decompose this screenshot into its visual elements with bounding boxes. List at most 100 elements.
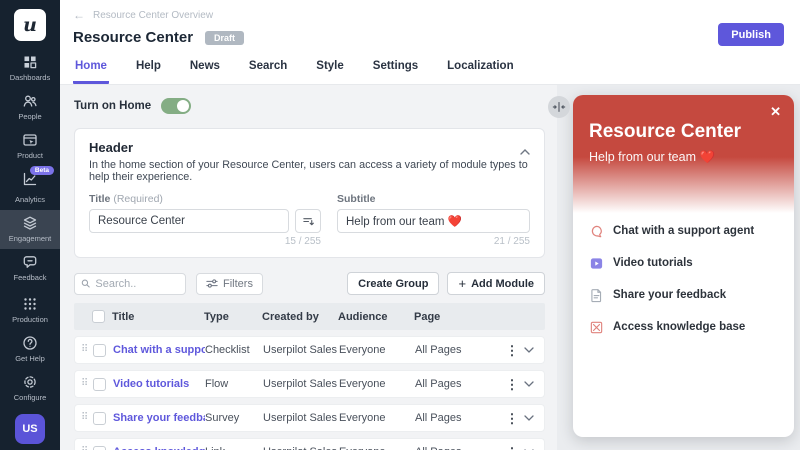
drag-handle-icon[interactable]: ⠿ — [81, 379, 93, 389]
sidebar-item-label: Dashboards — [10, 73, 50, 82]
required-hint: (Required) — [113, 193, 163, 205]
tab-style[interactable]: Style — [314, 54, 346, 84]
add-module-label: Add Module — [471, 278, 534, 290]
topbar: ← Resource Center Overview Resource Cent… — [60, 0, 800, 85]
home-toggle[interactable] — [161, 98, 191, 114]
row-checkbox[interactable] — [93, 344, 106, 357]
subtitle-input[interactable] — [337, 209, 530, 233]
preview-item-chat[interactable]: Chat with a support agent — [589, 219, 778, 243]
preview-module-list: Chat with a support agent Video tutorial… — [573, 213, 794, 339]
module-title-link[interactable]: Video tutorials — [113, 378, 205, 390]
preview-item-feedback[interactable]: Share your feedback — [589, 283, 778, 307]
module-title-link[interactable]: Chat with a suppo... — [113, 344, 205, 356]
chevron-down-icon[interactable] — [520, 347, 538, 353]
chevron-down-icon[interactable] — [520, 381, 538, 387]
collapse-preview-button[interactable] — [548, 96, 570, 118]
create-group-button[interactable]: Create Group — [347, 272, 439, 295]
drag-handle-icon[interactable]: ⠿ — [81, 413, 93, 423]
preview-item-knowledge[interactable]: Access knowledge base — [589, 315, 778, 339]
sidebar: u Dashboards People Product — [0, 0, 60, 450]
sidebar-item-label: Get Help — [15, 354, 45, 363]
module-created-by: Userpilot Sales — [263, 344, 339, 356]
header-settings-card: Header In the home section of your Resou… — [74, 128, 545, 258]
column-page: Page — [414, 311, 505, 323]
sidebar-item-people[interactable]: People — [0, 88, 60, 127]
table-row: ⠿ Access knowledge ... Link Userpilot Sa… — [74, 438, 545, 450]
sidebar-bottom-group: Production Get Help Configure US — [0, 291, 60, 444]
close-icon[interactable]: ✕ — [770, 104, 781, 120]
module-type: Flow — [205, 378, 263, 390]
sidebar-item-label: Feedback — [14, 273, 47, 282]
preview-title: Resource Center — [589, 121, 778, 143]
user-avatar[interactable]: US — [15, 414, 45, 444]
document-icon — [589, 288, 604, 303]
module-audience: Everyone — [339, 412, 415, 424]
chevron-down-icon[interactable] — [520, 415, 538, 421]
module-page: All Pages — [415, 412, 504, 424]
sidebar-item-dashboards[interactable]: Dashboards — [0, 49, 60, 88]
kebab-menu-icon[interactable]: ⋮ — [504, 446, 520, 450]
dashboards-icon — [22, 54, 38, 70]
column-type: Type — [204, 311, 262, 323]
sidebar-item-engagement[interactable]: Engagement — [0, 210, 60, 249]
toggle-knob — [177, 100, 189, 112]
main-region: ← Resource Center Overview Resource Cent… — [60, 0, 800, 450]
module-created-by: Userpilot Sales — [263, 412, 339, 424]
feedback-icon — [22, 254, 38, 270]
sidebar-item-product[interactable]: Product — [0, 127, 60, 166]
sidebar-item-feedback[interactable]: Feedback — [0, 249, 60, 288]
chevron-up-icon[interactable] — [520, 142, 530, 160]
text-lines-arrow-icon — [302, 215, 315, 228]
module-type: Checklist — [205, 344, 263, 356]
knowledge-base-icon — [589, 320, 604, 335]
sidebar-item-configure[interactable]: Configure — [0, 369, 60, 408]
title-input[interactable] — [89, 209, 289, 233]
kebab-menu-icon[interactable]: ⋮ — [504, 378, 520, 391]
add-module-button[interactable]: + Add Module — [447, 272, 545, 295]
subtitle-field-label: Subtitle — [337, 193, 376, 205]
sidebar-item-label: Production — [12, 315, 48, 324]
people-icon — [22, 93, 38, 109]
breadcrumb[interactable]: ← Resource Center Overview — [60, 0, 800, 22]
row-checkbox[interactable] — [93, 378, 106, 391]
search-box[interactable] — [74, 273, 186, 295]
module-title-link[interactable]: Share your feedba... — [113, 412, 205, 424]
product-icon — [22, 132, 38, 148]
modules-toolbar: Filters Create Group + Add Module — [74, 272, 545, 295]
avatar-initials: US — [22, 423, 37, 435]
module-title-link[interactable]: Access knowledge ... — [113, 446, 205, 450]
preview-item-video[interactable]: Video tutorials — [589, 251, 778, 275]
row-checkbox[interactable] — [93, 412, 106, 425]
back-arrow-icon[interactable]: ← — [73, 8, 85, 22]
sidebar-item-label: People — [18, 112, 41, 121]
insert-variable-button[interactable] — [295, 209, 321, 233]
module-type: Link — [205, 446, 263, 450]
kebab-menu-icon[interactable]: ⋮ — [504, 412, 520, 425]
tab-settings[interactable]: Settings — [371, 54, 420, 84]
select-all-checkbox[interactable] — [92, 310, 105, 323]
preview-item-label: Chat with a support agent — [613, 225, 754, 237]
filters-label: Filters — [223, 278, 253, 290]
sidebar-item-label: Configure — [14, 393, 47, 402]
tab-search[interactable]: Search — [247, 54, 289, 84]
table-row: ⠿ Video tutorials Flow Userpilot Sales E… — [74, 370, 545, 398]
userpilot-logo[interactable]: u — [14, 9, 46, 41]
table-row: ⠿ Chat with a suppo... Checklist Userpil… — [74, 336, 545, 364]
search-input[interactable] — [95, 278, 179, 290]
subtitle-char-counter: 21 / 255 — [337, 236, 530, 247]
tab-bar: Home Help News Search Style Settings Loc… — [60, 54, 800, 84]
tab-help[interactable]: Help — [134, 54, 163, 84]
row-checkbox[interactable] — [93, 446, 106, 450]
kebab-menu-icon[interactable]: ⋮ — [504, 344, 520, 357]
sidebar-item-get-help[interactable]: Get Help — [0, 330, 60, 369]
page-title: Resource Center — [73, 29, 193, 46]
tab-localization[interactable]: Localization — [445, 54, 515, 84]
sidebar-item-production[interactable]: Production — [0, 291, 60, 330]
sidebar-item-analytics[interactable]: Beta Analytics — [0, 166, 60, 210]
drag-handle-icon[interactable]: ⠿ — [81, 345, 93, 355]
sidebar-item-label: Engagement — [9, 234, 52, 243]
tab-home[interactable]: Home — [73, 54, 109, 84]
filters-button[interactable]: Filters — [196, 273, 263, 295]
tab-news[interactable]: News — [188, 54, 222, 84]
publish-button[interactable]: Publish — [718, 23, 784, 46]
